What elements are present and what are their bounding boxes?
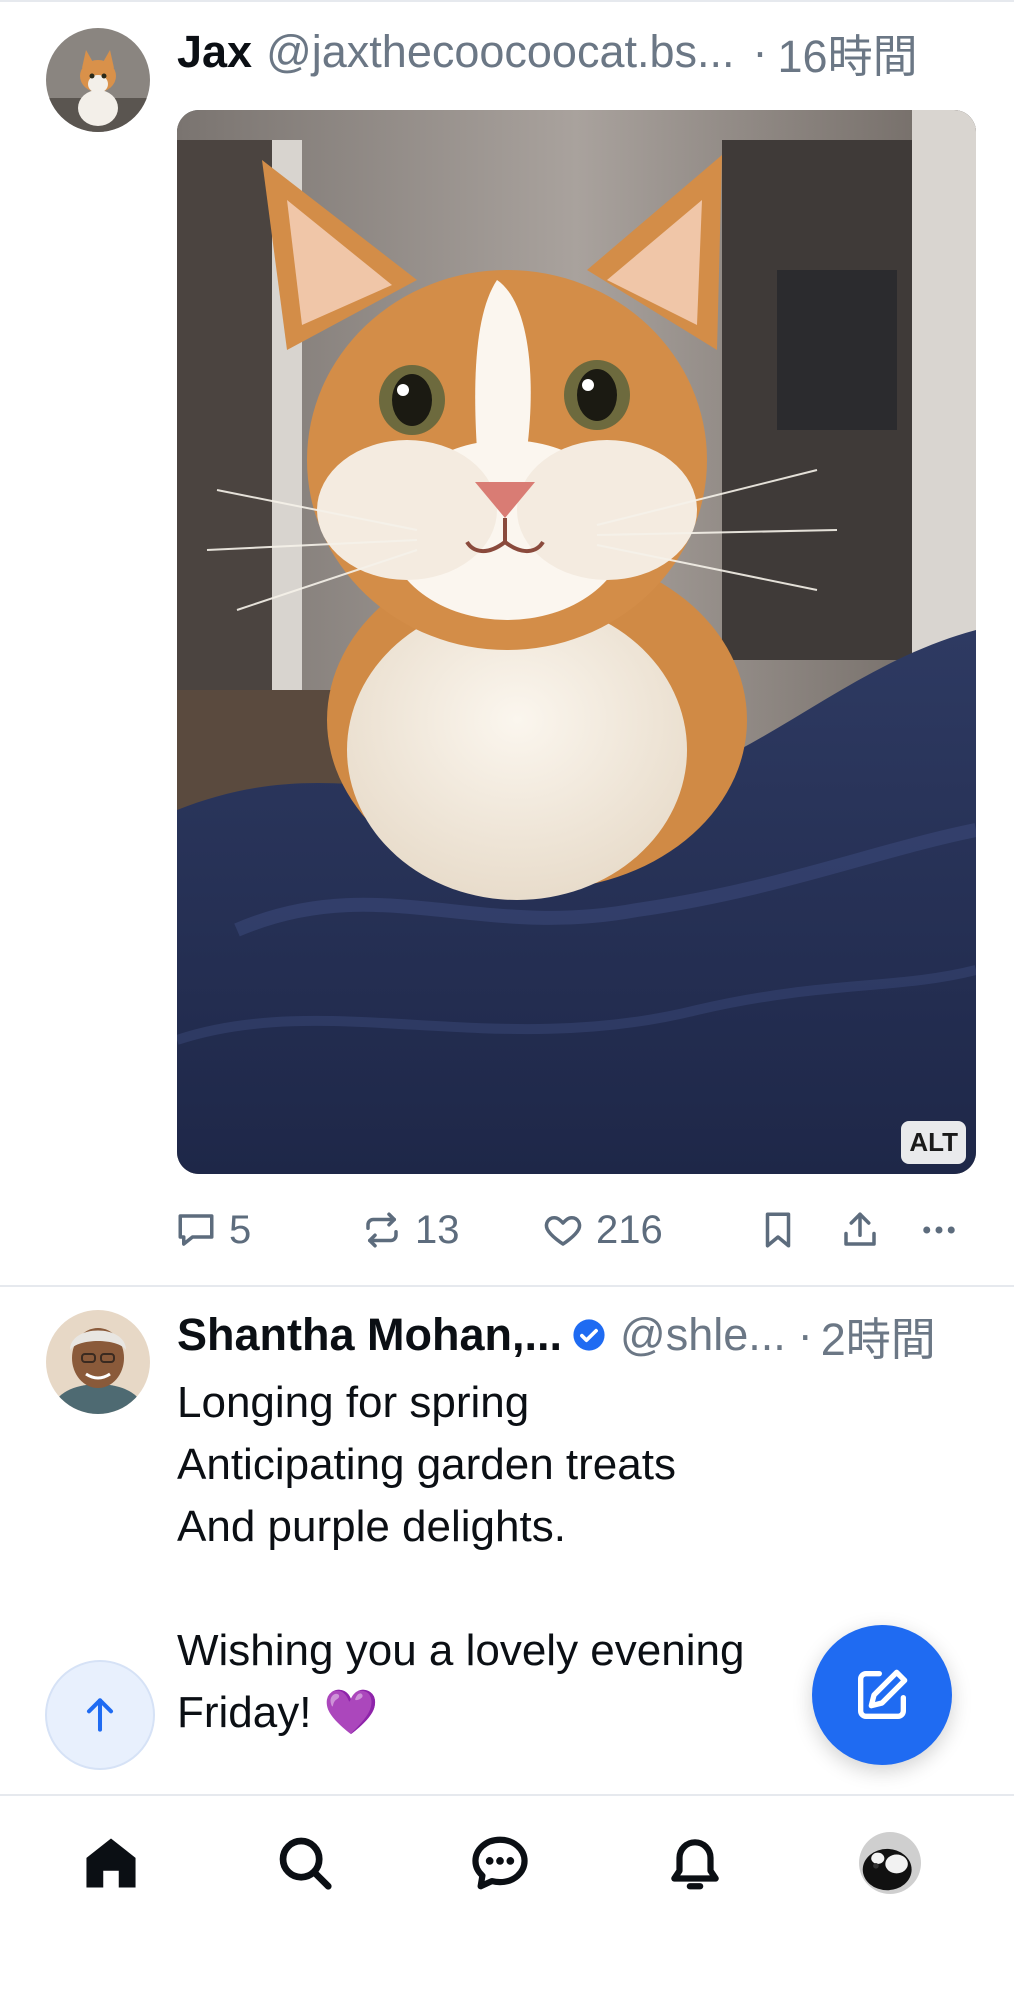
bookmark-button[interactable]	[757, 1200, 799, 1260]
nav-chat[interactable]	[465, 1828, 535, 1898]
more-icon	[923, 1226, 955, 1234]
repost-button[interactable]: 13	[361, 1200, 460, 1260]
separator-dot: ·	[797, 1309, 813, 1360]
nav-profile[interactable]	[855, 1828, 925, 1898]
verified-badge-icon[interactable]	[572, 1318, 606, 1352]
author-handle[interactable]: @shle...	[620, 1309, 786, 1361]
repost-icon	[366, 1212, 398, 1248]
reply-button[interactable]: 5	[175, 1200, 251, 1260]
nav-home[interactable]	[76, 1828, 146, 1898]
arrow-up-icon	[86, 1698, 114, 1732]
share-icon	[844, 1212, 876, 1246]
post-jax[interactable]: Jax @jaxthecoocoocat.bs... · 16時間 ALT 5 …	[0, 0, 1014, 1285]
author-handle[interactable]: @jaxthecoocoocat.bs...	[266, 26, 734, 78]
avatar-jax[interactable]	[46, 28, 150, 132]
reply-icon	[178, 1214, 214, 1246]
bell-icon	[671, 1839, 719, 1890]
compose-icon	[858, 1669, 908, 1719]
post-actions: 5 13 216	[175, 1200, 975, 1260]
scroll-to-top-button[interactable]	[45, 1660, 155, 1770]
nav-search[interactable]	[270, 1828, 340, 1898]
share-button[interactable]	[839, 1200, 881, 1260]
post-header: Jax @jaxthecoocoocat.bs... · 16時間	[177, 24, 986, 82]
home-icon	[86, 1838, 136, 1888]
chat-icon	[472, 1836, 528, 1890]
post-image[interactable]: ALT	[177, 110, 976, 1174]
alt-badge[interactable]: ALT	[901, 1121, 966, 1164]
author-name[interactable]: Shantha Mohan,...	[177, 1309, 562, 1361]
like-button[interactable]: 216	[542, 1200, 663, 1260]
post-time[interactable]: 16時間	[778, 20, 918, 85]
bookmark-icon	[765, 1212, 791, 1248]
nav-notifications[interactable]	[660, 1828, 730, 1898]
like-count: 216	[596, 1207, 663, 1252]
post-time[interactable]: 2時間	[821, 1303, 936, 1368]
author-name[interactable]: Jax	[177, 26, 252, 78]
repost-count: 13	[415, 1207, 460, 1252]
compose-button[interactable]	[812, 1625, 952, 1765]
reply-count: 5	[229, 1207, 252, 1252]
separator-dot: ·	[752, 26, 768, 77]
more-button[interactable]	[918, 1200, 960, 1260]
post-header: Shantha Mohan,... @shle... · 2時間	[177, 1307, 986, 1365]
bottom-nav	[0, 1794, 1014, 2002]
avatar-shantha[interactable]	[46, 1310, 150, 1414]
profile-avatar	[859, 1832, 921, 1894]
search-icon	[279, 1837, 332, 1890]
heart-icon	[544, 1216, 582, 1246]
